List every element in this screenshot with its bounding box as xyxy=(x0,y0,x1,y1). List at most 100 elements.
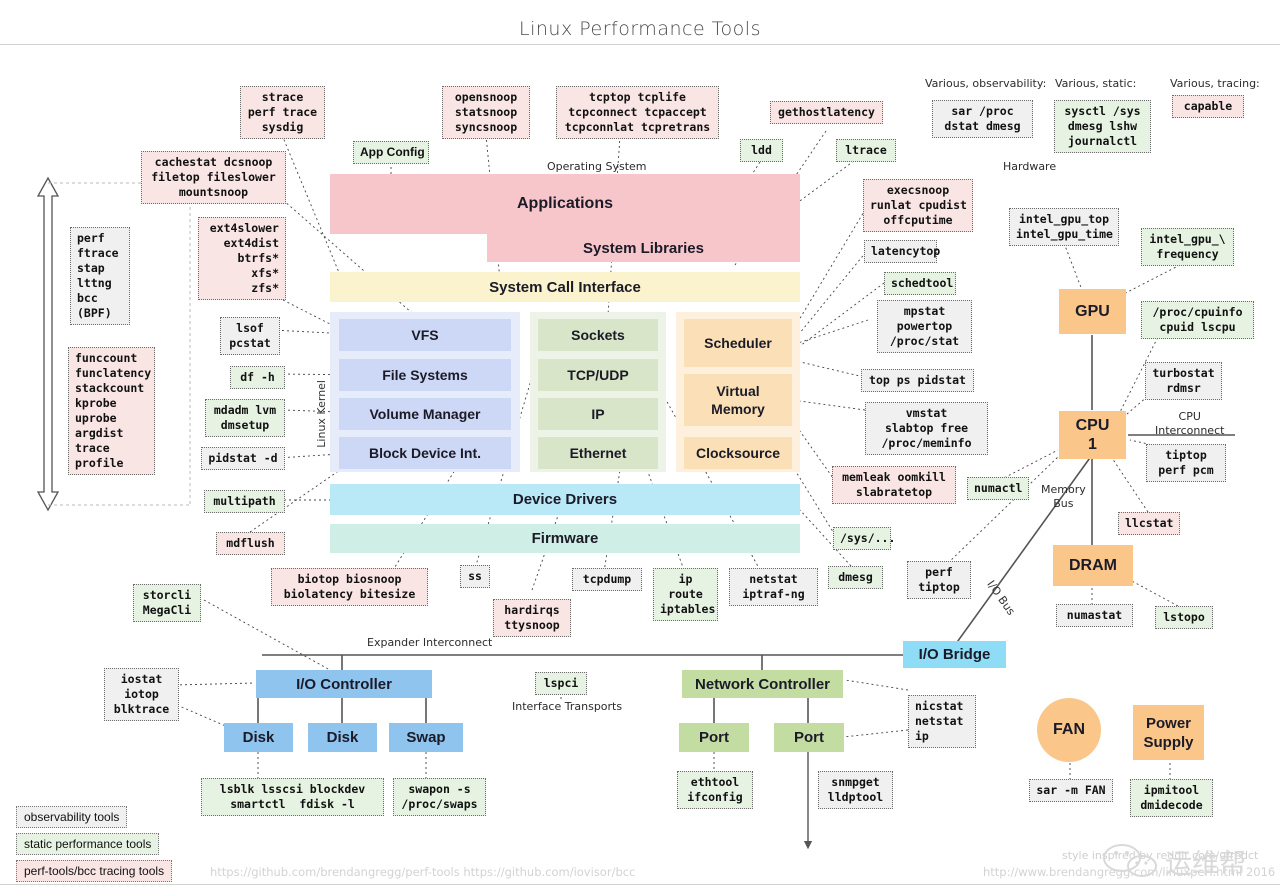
tool-vmstat[interactable]: vmstat slabtop free /proc/meminfo xyxy=(865,402,988,455)
tool-ipmitool[interactable]: ipmitool dmidecode xyxy=(1130,779,1213,817)
tool-llcstat[interactable]: llcstat xyxy=(1118,512,1180,535)
block-disk-1[interactable]: Disk xyxy=(224,723,293,752)
block-network-controller[interactable]: Network Controller xyxy=(682,670,843,698)
block-vfs[interactable]: VFS xyxy=(339,319,511,351)
tool-nicstat[interactable]: nicstat netstat ip xyxy=(908,695,976,748)
tool-ltrace[interactable]: ltrace xyxy=(836,139,896,162)
tool-ethtool[interactable]: ethtool ifconfig xyxy=(677,771,753,809)
block-fan[interactable]: FAN xyxy=(1037,698,1101,762)
block-port-2[interactable]: Port xyxy=(774,723,844,752)
block-sockets[interactable]: Sockets xyxy=(538,319,658,351)
block-io-controller[interactable]: I/O Controller xyxy=(256,670,432,698)
label-various-observability: Various, observability: xyxy=(925,77,1047,90)
legend-tracing-tools: perf-tools/bcc tracing tools xyxy=(16,860,173,882)
block-device-drivers[interactable]: Device Drivers xyxy=(330,484,800,515)
tool-pidstat-d[interactable]: pidstat -d xyxy=(201,447,285,470)
tool-cachestat[interactable]: cachestat dcsnoop filetop fileslower mou… xyxy=(141,151,286,204)
tool-sar-fan[interactable]: sar -m FAN xyxy=(1029,779,1113,802)
tool-snmpget[interactable]: snmpget lldptool xyxy=(818,771,893,809)
tool-lsof[interactable]: lsof pcstat xyxy=(220,317,280,355)
label-cpu-interconnect: CPU Interconnect xyxy=(1155,410,1225,437)
block-virtual-memory[interactable]: Virtual Memory xyxy=(684,374,792,426)
label-various-static: Various, static: xyxy=(1055,77,1137,90)
tool-mdadm[interactable]: mdadm lvm dmsetup xyxy=(205,399,285,437)
tool-latencytop[interactable]: latencytop xyxy=(864,240,940,263)
block-clocksource[interactable]: Clocksource xyxy=(684,437,792,469)
block-gpu[interactable]: GPU xyxy=(1059,289,1126,334)
wechat-logo-icon xyxy=(1103,844,1157,877)
tool-opensnoop[interactable]: opensnoop statsnoop syncsnoop xyxy=(442,86,530,139)
tool-schedtool[interactable]: schedtool xyxy=(884,272,956,295)
block-tcp-udp[interactable]: TCP/UDP xyxy=(538,359,658,391)
label-expander-interconnect: Expander Interconnect xyxy=(367,636,493,649)
tool-swapon[interactable]: swapon -s /proc/swaps xyxy=(393,778,486,816)
tool-execsnoop[interactable]: execsnoop runlat cpudist offcputime xyxy=(863,179,973,232)
block-ethernet[interactable]: Ethernet xyxy=(538,437,658,469)
tool-lsblk[interactable]: lsblk lsscsi blockdev smartctl fdisk -l xyxy=(201,778,384,816)
tool-ip-route[interactable]: ip route iptables xyxy=(653,568,718,621)
tool-turbostat[interactable]: turbostat rdmsr xyxy=(1145,362,1222,400)
tool-numastat[interactable]: numastat xyxy=(1056,604,1133,627)
block-dram[interactable]: DRAM xyxy=(1053,545,1133,586)
tool-tcptop[interactable]: tcptop tcplife tcpconnect tcpaccept tcpc… xyxy=(556,86,719,139)
tool-intel-gpu-top[interactable]: intel_gpu_top intel_gpu_time xyxy=(1009,208,1119,246)
tool-top-ps[interactable]: top ps pidstat xyxy=(861,369,974,392)
block-ip[interactable]: IP xyxy=(538,398,658,430)
block-block-device-int[interactable]: Block Device Int. xyxy=(339,437,511,469)
tool-sysctl[interactable]: sysctl /sys dmesg lshw journalctl xyxy=(1054,100,1151,153)
tool-intel-gpu-frequency[interactable]: intel_gpu_\ frequency xyxy=(1141,228,1234,266)
watermark-chinese: 运维帮 xyxy=(1165,849,1246,880)
tool-strace[interactable]: strace perf trace sysdig xyxy=(240,86,325,139)
tool-proc-cpuinfo[interactable]: /proc/cpuinfo cpuid lscpu xyxy=(1141,301,1254,339)
tool-tcpdump[interactable]: tcpdump xyxy=(572,568,642,591)
legend-static-performance-tools: static performance tools xyxy=(16,833,160,855)
tool-perf-tiptop[interactable]: perf tiptop xyxy=(907,561,971,599)
tool-perf-ftrace[interactable]: perf ftrace stap lttng bcc (BPF) xyxy=(70,227,130,325)
tool-df-h[interactable]: df -h xyxy=(230,366,285,389)
label-memory-bus: Memory Bus xyxy=(1041,483,1086,510)
tool-iostat[interactable]: iostat iotop blktrace xyxy=(104,668,179,721)
legend-observability-tools: observability tools xyxy=(16,806,128,828)
tool-dmesg[interactable]: dmesg xyxy=(828,566,883,589)
tool-tiptop-perf-pcm[interactable]: tiptop perf pcm xyxy=(1146,444,1226,482)
tool-lstopo[interactable]: lstopo xyxy=(1155,606,1213,629)
tool-ext4slower[interactable]: ext4slower ext4dist btrfs* xfs* zfs* xyxy=(198,217,286,300)
tool-netstat-iptraf[interactable]: netstat iptraf-ng xyxy=(729,568,818,606)
tool-numactl[interactable]: numactl xyxy=(967,477,1029,500)
block-port-1[interactable]: Port xyxy=(679,723,749,752)
block-system-call-interface[interactable]: System Call Interface xyxy=(330,272,800,302)
block-io-bridge[interactable]: I/O Bridge xyxy=(903,641,1006,668)
tool-multipath[interactable]: multipath xyxy=(204,490,285,513)
block-power-supply[interactable]: Power Supply xyxy=(1133,705,1204,760)
tool-mpstat[interactable]: mpstat powertop /proc/stat xyxy=(877,300,972,353)
label-interface-transports: Interface Transports xyxy=(512,700,623,713)
tool-ldd[interactable]: ldd xyxy=(740,139,783,162)
tool-ss[interactable]: ss xyxy=(460,565,490,588)
block-disk-2[interactable]: Disk xyxy=(308,723,377,752)
block-applications[interactable]: Applications xyxy=(330,174,800,234)
tool-funccount[interactable]: funccount funclatency stackcount kprobe … xyxy=(68,347,155,475)
tool-sys-dots[interactable]: /sys/... xyxy=(833,527,895,550)
block-file-systems[interactable]: File Systems xyxy=(339,359,511,391)
tool-storcli[interactable]: storcli MegaCli xyxy=(133,584,201,622)
block-scheduler[interactable]: Scheduler xyxy=(684,319,792,367)
diagram-canvas: Linux Performance Tools Operating System… xyxy=(0,0,1280,896)
tool-biotop[interactable]: biotop biosnoop biolatency bitesize xyxy=(271,568,428,606)
footer-left-links[interactable]: https://github.com/brendangregg/perf-too… xyxy=(210,865,635,879)
label-hardware: Hardware xyxy=(1003,160,1057,173)
tool-mdflush[interactable]: mdflush xyxy=(216,532,285,555)
label-various-tracing: Various, tracing: xyxy=(1170,77,1260,90)
block-firmware[interactable]: Firmware xyxy=(330,524,800,553)
block-volume-manager[interactable]: Volume Manager xyxy=(339,398,511,430)
block-system-libraries[interactable]: System Libraries xyxy=(487,234,800,262)
tool-gethostlatency[interactable]: gethostlatency xyxy=(770,101,883,124)
tool-hardirqs[interactable]: hardirqs ttysnoop xyxy=(493,599,571,637)
tool-capable[interactable]: capable xyxy=(1172,95,1244,118)
label-operating-system: Operating System xyxy=(547,160,647,173)
tool-memleak[interactable]: memleak oomkill slabratetop xyxy=(832,466,956,504)
tool-app-config[interactable]: App Config xyxy=(353,141,429,164)
tool-lspci[interactable]: lspci xyxy=(535,672,587,695)
tool-sar-proc[interactable]: sar /proc dstat dmesg xyxy=(932,100,1033,138)
block-swap[interactable]: Swap xyxy=(389,723,463,752)
block-cpu[interactable]: CPU 1 xyxy=(1059,411,1126,459)
